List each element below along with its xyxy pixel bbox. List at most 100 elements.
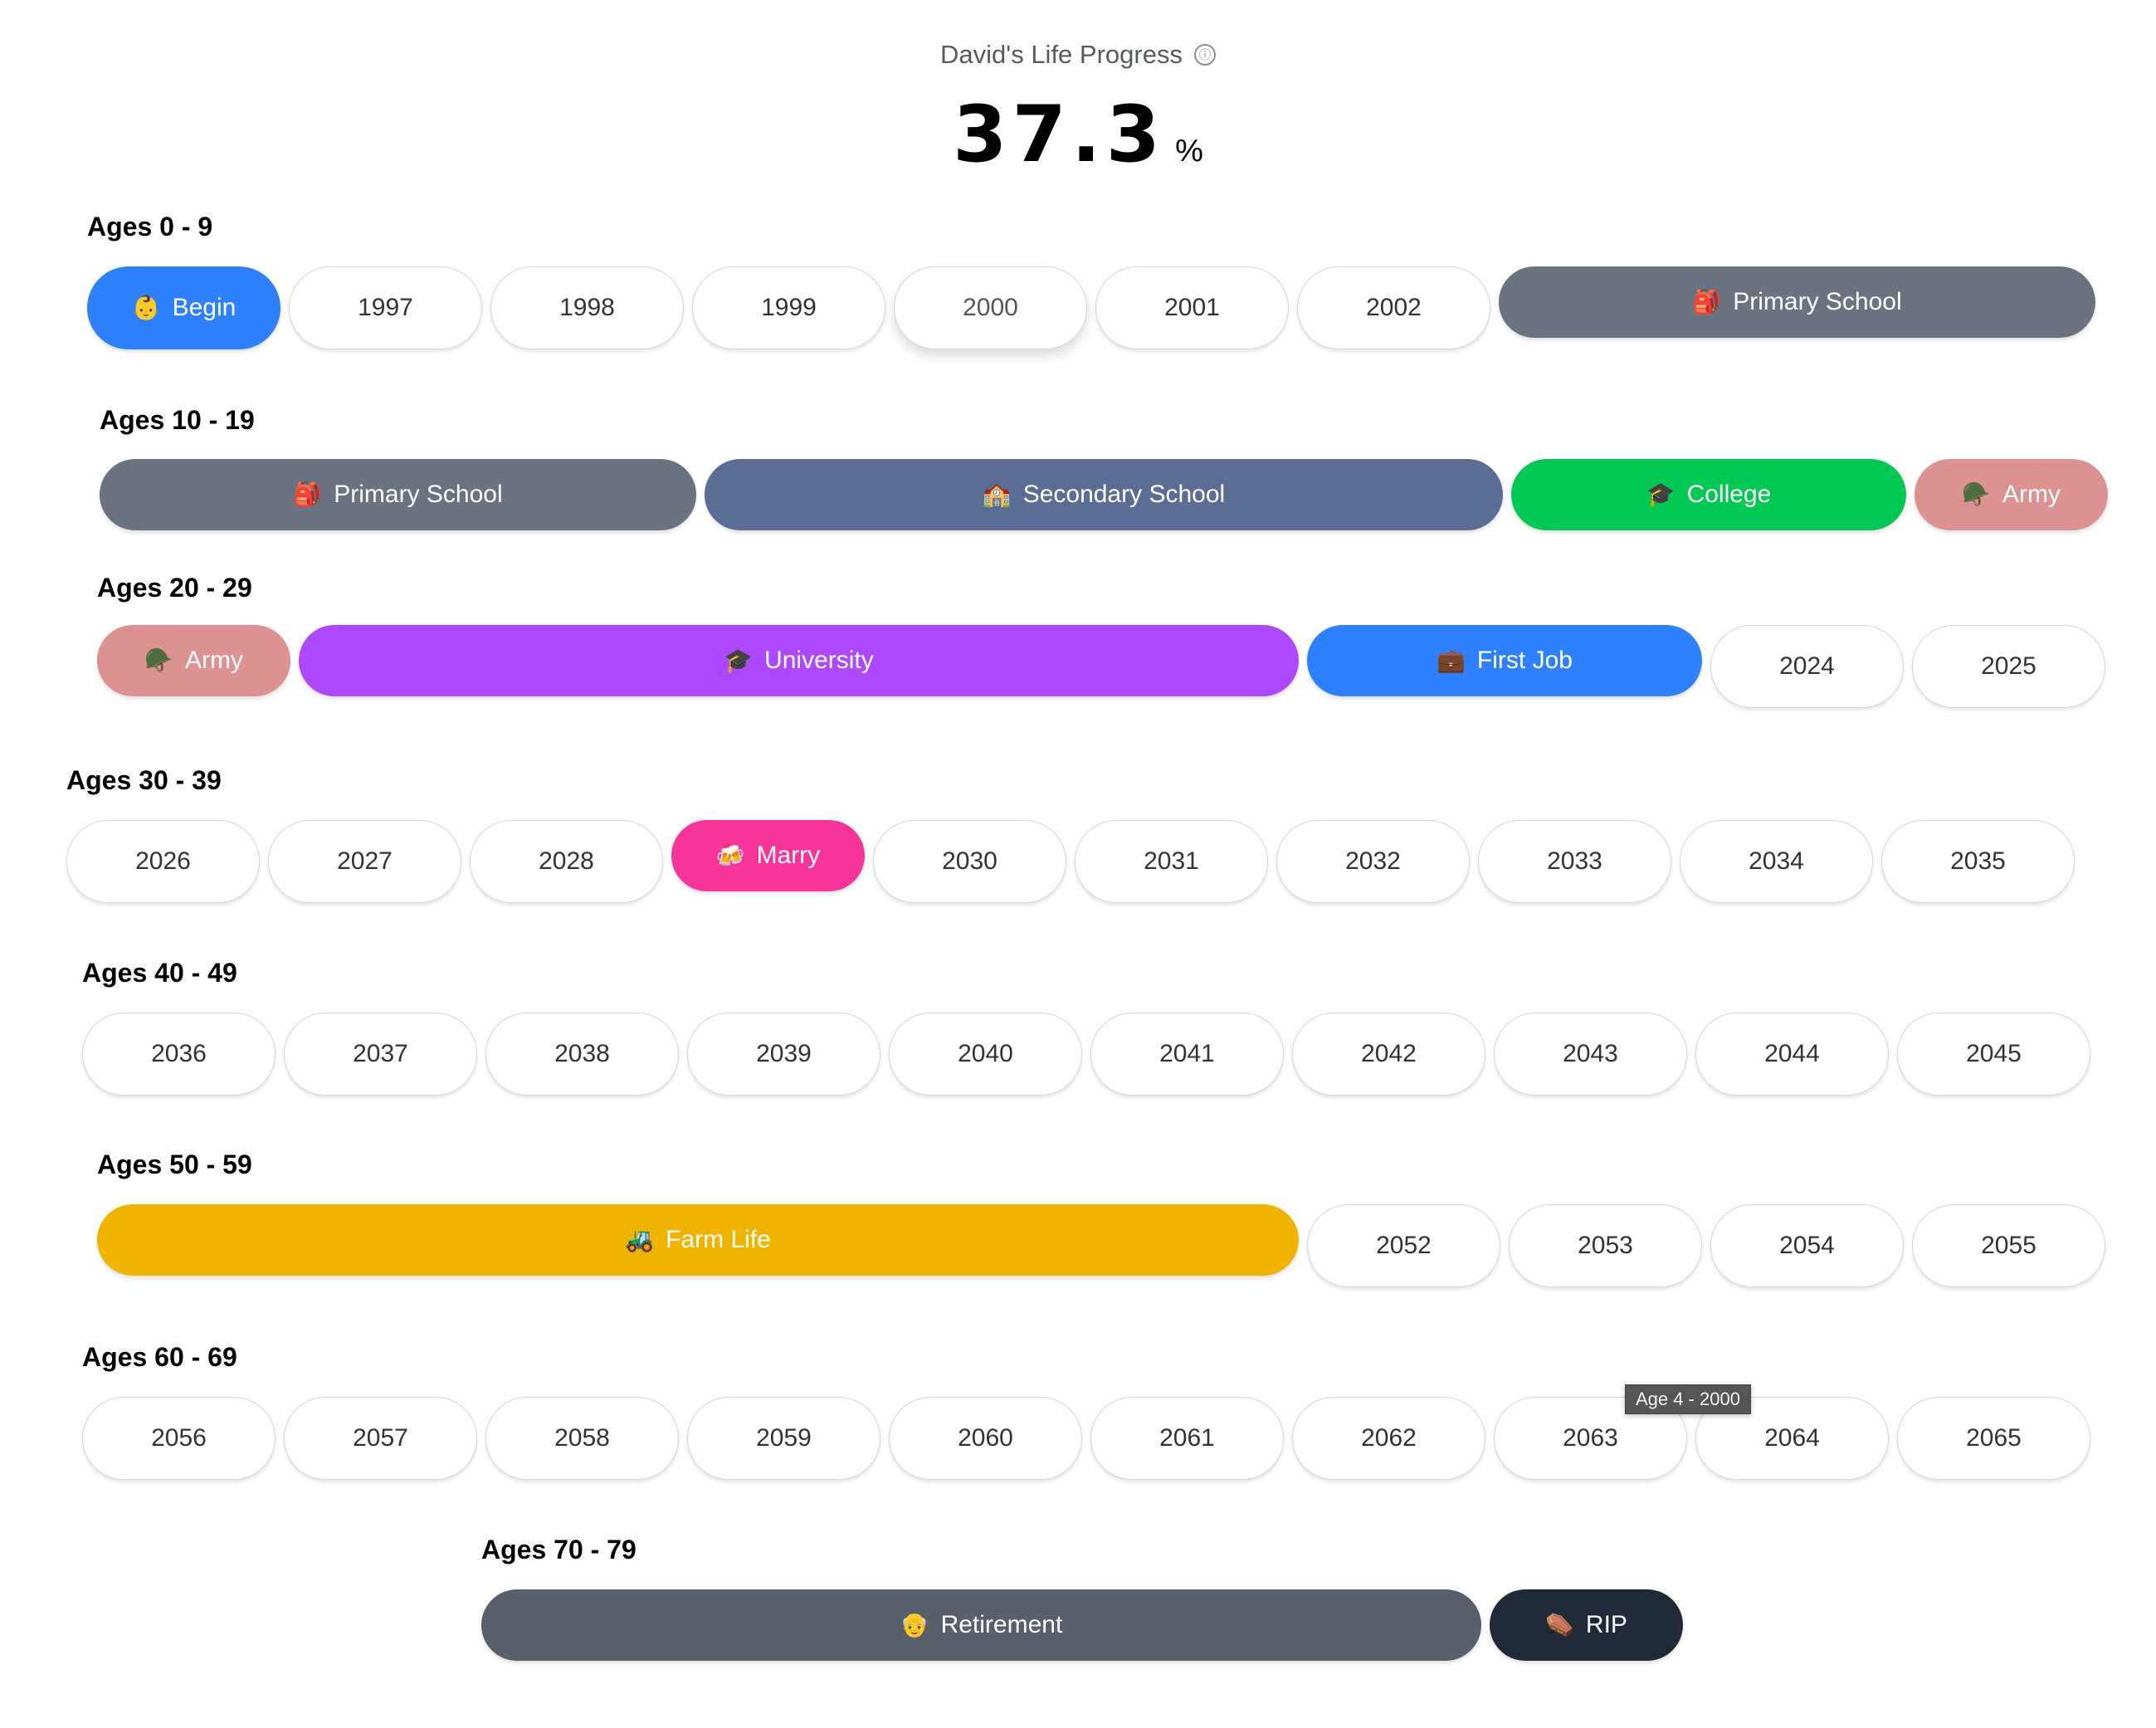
year-pill[interactable]: 2002 bbox=[1297, 266, 1490, 349]
event-pill-begin[interactable]: 👶 Begin bbox=[87, 266, 280, 349]
event-pill-college[interactable]: 🎓 College bbox=[1511, 459, 1906, 530]
event-label: Retirement bbox=[940, 1611, 1063, 1638]
year-pill[interactable]: 2024 bbox=[1710, 625, 1904, 708]
year-label: 2045 bbox=[1966, 1040, 2022, 1067]
year-label: 2025 bbox=[1981, 652, 2036, 680]
year-pill[interactable]: 2041 bbox=[1090, 1013, 1284, 1096]
year-pill[interactable]: 2031 bbox=[1075, 820, 1268, 903]
year-pill[interactable]: 2060 bbox=[889, 1397, 1082, 1480]
year-pill[interactable]: 2030 bbox=[873, 820, 1066, 903]
event-label: College bbox=[1686, 481, 1772, 508]
year-tooltip: Age 4 - 2000 bbox=[1625, 1384, 1751, 1414]
year-pill[interactable]: 2053 bbox=[1509, 1204, 1702, 1287]
page-title: David's Life Progress bbox=[940, 40, 1183, 69]
row-label: Ages 0 - 9 bbox=[87, 212, 213, 242]
year-pill[interactable]: 2052 bbox=[1307, 1204, 1500, 1287]
year-pill[interactable]: 2061 bbox=[1090, 1397, 1284, 1480]
event-pill-primary-school[interactable]: 🎒 Primary School bbox=[1499, 266, 2095, 338]
year-pill[interactable]: 2043 bbox=[1494, 1013, 1687, 1096]
year-pill[interactable]: 2028 bbox=[470, 820, 663, 903]
year-pill[interactable]: 2054 bbox=[1710, 1204, 1904, 1287]
year-label: 1998 bbox=[559, 294, 615, 321]
year-pill[interactable]: 1997 bbox=[289, 266, 482, 349]
event-label: Primary School bbox=[1733, 288, 1902, 315]
event-pill-army[interactable]: 🪖 Army bbox=[97, 625, 290, 696]
year-label: 2038 bbox=[554, 1040, 610, 1067]
event-label: University bbox=[764, 647, 874, 674]
year-pill[interactable]: 2025 bbox=[1912, 625, 2105, 708]
year-pill[interactable]: 2036 bbox=[82, 1013, 276, 1096]
info-icon[interactable]: ⓘ bbox=[1193, 44, 1216, 66]
year-pill[interactable]: 1999 bbox=[692, 266, 885, 349]
year-pill[interactable]: 2055 bbox=[1912, 1204, 2105, 1287]
year-pill[interactable]: 2039 bbox=[687, 1013, 880, 1096]
year-label: 2063 bbox=[1563, 1424, 1618, 1452]
year-pill[interactable]: 2000 bbox=[894, 266, 1087, 349]
year-pill[interactable]: 2032 bbox=[1276, 820, 1470, 903]
event-icon: 🎓 bbox=[724, 647, 754, 673]
event-pill-secondary-school[interactable]: 🏫 Secondary School bbox=[705, 459, 1503, 530]
row-label: Ages 50 - 59 bbox=[97, 1150, 252, 1179]
event-label: RIP bbox=[1585, 1611, 1627, 1638]
event-icon: 🎒 bbox=[1692, 289, 1722, 315]
row-label: Ages 40 - 49 bbox=[82, 958, 237, 988]
year-label: 2024 bbox=[1779, 652, 1835, 680]
event-icon: 💼 bbox=[1437, 647, 1466, 673]
year-label: 1999 bbox=[761, 294, 817, 321]
event-pill-primary-school[interactable]: 🎒 Primary School bbox=[100, 459, 696, 530]
event-label: Secondary School bbox=[1022, 481, 1226, 508]
year-pill[interactable]: 2042 bbox=[1292, 1013, 1485, 1096]
year-pill[interactable]: 2056 bbox=[82, 1397, 276, 1480]
event-pill-farm-life[interactable]: 🚜 Farm Life bbox=[97, 1204, 1299, 1276]
event-icon: 👴 bbox=[900, 1612, 929, 1638]
year-pill[interactable]: 2057 bbox=[284, 1397, 477, 1480]
year-pill[interactable]: 2065 bbox=[1897, 1397, 2090, 1480]
year-label: 2059 bbox=[756, 1424, 812, 1452]
year-pill[interactable]: 2062 bbox=[1292, 1397, 1485, 1480]
year-pill[interactable]: 2034 bbox=[1680, 820, 1873, 903]
year-label: 2043 bbox=[1563, 1040, 1618, 1067]
year-pill[interactable]: 1998 bbox=[490, 266, 684, 349]
event-label: Farm Life bbox=[666, 1226, 771, 1253]
event-pill-first-job[interactable]: 💼 First Job bbox=[1307, 625, 1702, 696]
year-label: 2000 bbox=[963, 294, 1018, 321]
event-pill-retirement[interactable]: 👴 Retirement bbox=[481, 1589, 1481, 1661]
row-label: Ages 70 - 79 bbox=[481, 1535, 637, 1564]
event-icon: 🎒 bbox=[293, 481, 323, 507]
year-label: 1997 bbox=[358, 294, 413, 321]
event-label: First Job bbox=[1476, 647, 1573, 674]
event-label: Marry bbox=[756, 842, 821, 869]
year-pill[interactable]: 2044 bbox=[1695, 1013, 1889, 1096]
year-pill[interactable]: 2040 bbox=[889, 1013, 1082, 1096]
year-pill[interactable]: 2059 bbox=[687, 1397, 880, 1480]
year-pill[interactable]: 2045 bbox=[1897, 1013, 2090, 1096]
row-label: Ages 20 - 29 bbox=[97, 573, 252, 603]
year-pill[interactable]: 2058 bbox=[485, 1397, 679, 1480]
row-label: Ages 10 - 19 bbox=[100, 405, 255, 435]
year-pill[interactable]: 2001 bbox=[1095, 266, 1289, 349]
year-label: 2031 bbox=[1144, 847, 1199, 875]
year-pill[interactable]: 2027 bbox=[268, 820, 461, 903]
year-pill[interactable]: 2037 bbox=[284, 1013, 477, 1096]
year-pill[interactable]: 2026 bbox=[66, 820, 260, 903]
event-pill-university[interactable]: 🎓 University bbox=[299, 625, 1299, 696]
year-label: 2028 bbox=[539, 847, 594, 875]
year-pill[interactable]: 2038 bbox=[485, 1013, 679, 1096]
event-icon: 👶 bbox=[131, 295, 161, 320]
progress-readout: 37.3 % bbox=[0, 90, 2156, 180]
event-pill-marry[interactable]: 🍻 Marry bbox=[671, 820, 865, 891]
year-label: 2037 bbox=[353, 1040, 408, 1067]
event-label: Primary School bbox=[334, 481, 503, 508]
year-label: 2027 bbox=[337, 847, 393, 875]
event-label: Army bbox=[184, 647, 243, 674]
year-label: 2064 bbox=[1764, 1424, 1820, 1452]
year-pill[interactable]: 2033 bbox=[1478, 820, 1671, 903]
year-pill[interactable]: 2035 bbox=[1881, 820, 2075, 903]
event-pill-army[interactable]: 🪖 Army bbox=[1915, 459, 2108, 530]
year-label: 2041 bbox=[1159, 1040, 1215, 1067]
row-label: Ages 30 - 39 bbox=[66, 765, 222, 795]
progress-unit: % bbox=[1175, 134, 1203, 168]
year-label: 2039 bbox=[756, 1040, 812, 1067]
year-label: 2044 bbox=[1764, 1040, 1820, 1067]
event-pill-rip[interactable]: ⚰️ RIP bbox=[1490, 1589, 1683, 1661]
